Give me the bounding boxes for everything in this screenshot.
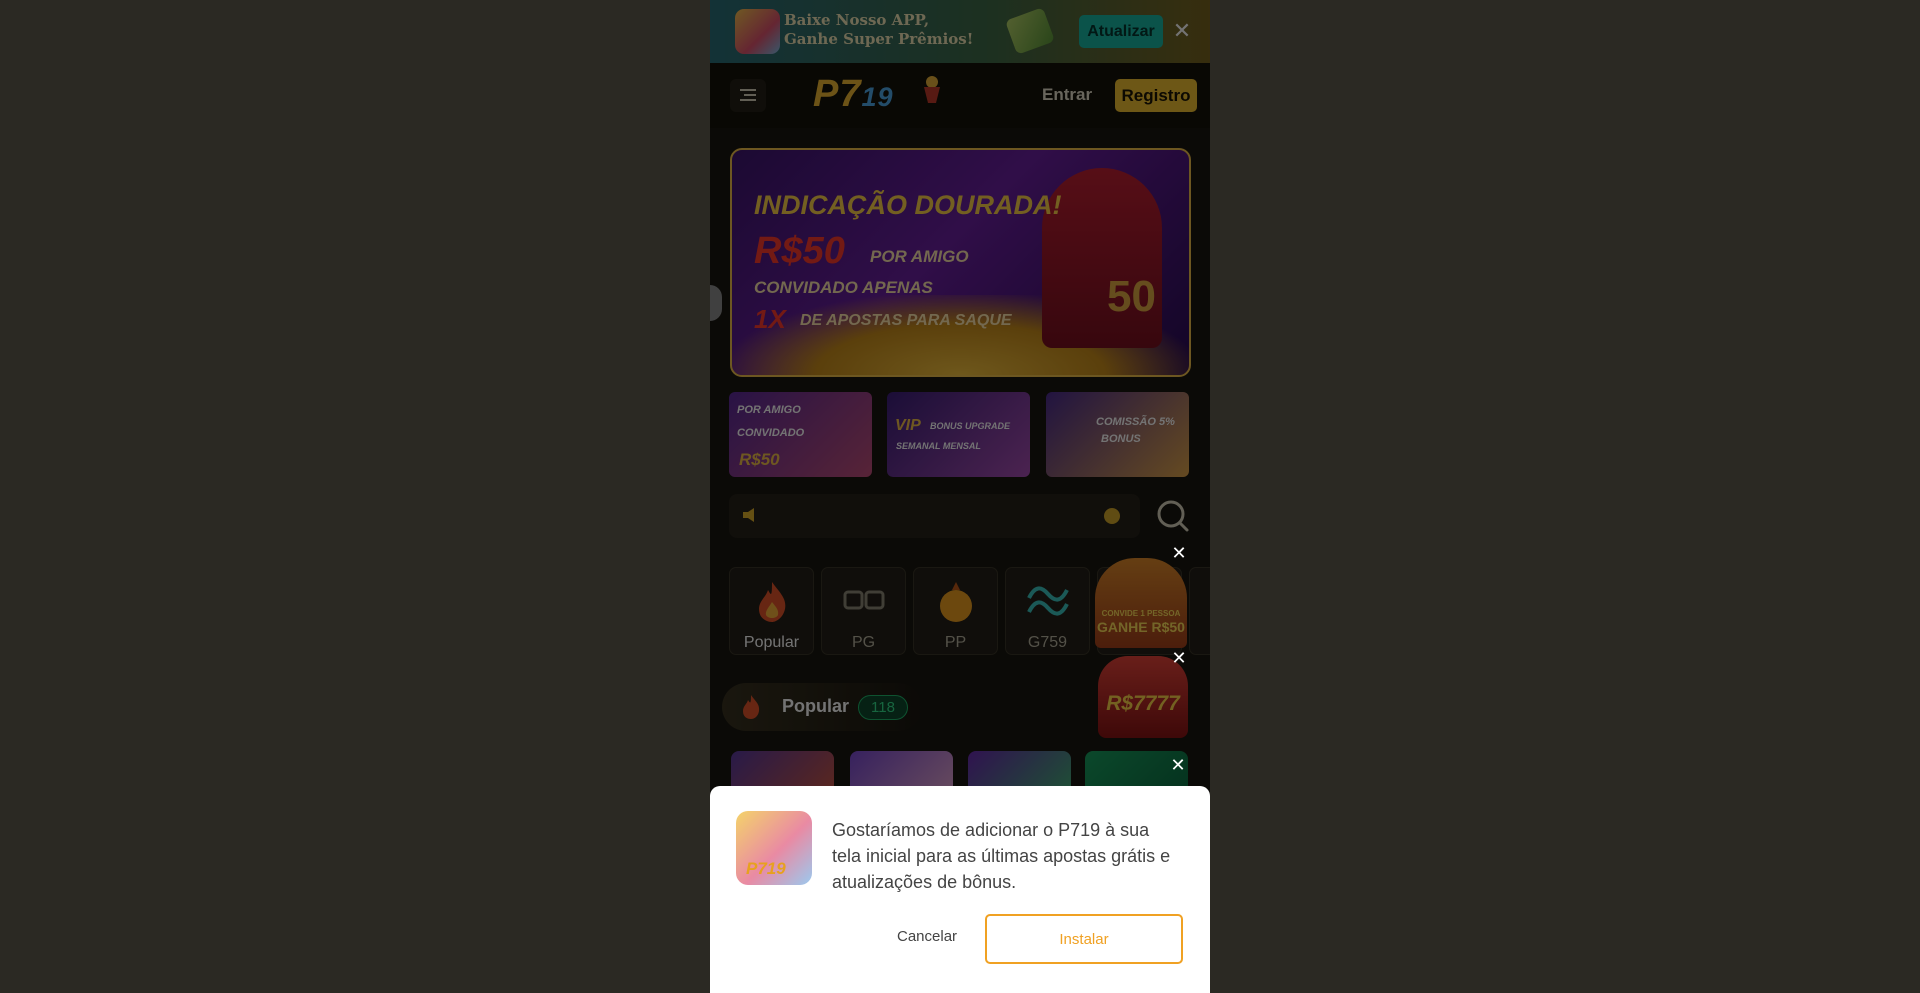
close-banner-icon[interactable]: ✕ [1170, 14, 1194, 48]
section-count-badge: 118 [858, 695, 908, 720]
close-float-promo-icon[interactable]: ✕ [1169, 543, 1189, 563]
app-icon [735, 9, 780, 54]
hero-line3: CONVIDADO APENAS [754, 278, 933, 297]
float-promo-bag[interactable]: R$7777 [1098, 656, 1188, 738]
promo-text: POR AMIGO [737, 404, 801, 416]
promo-text: CONVIDADO [737, 427, 805, 439]
announcement-bar[interactable] [729, 494, 1140, 538]
promo-text: BONUS UPGRADE [930, 421, 1011, 431]
hero-line2: POR AMIGO [870, 247, 969, 266]
site-logo[interactable]: P719 [813, 73, 894, 116]
fire-icon [743, 695, 760, 719]
carousel-prev-arrow[interactable] [710, 285, 722, 321]
search-icon[interactable] [1150, 494, 1196, 538]
install-dialog: P719 Gostaríamos de adicionar o P719 à s… [710, 786, 1210, 993]
tab-label: PG [851, 634, 876, 651]
hero-badge: 50 [1107, 272, 1156, 321]
promo-text: BONUS [1101, 433, 1141, 445]
mobile-viewport: Baixe Nosso APP, Ganhe Super Prêmios! At… [710, 0, 1210, 993]
app-icon: P719 [736, 811, 812, 885]
promo-card-referral[interactable]: POR AMIGO CONVIDADO R$50 [729, 392, 872, 477]
app-icon-logo: P719 [746, 859, 786, 878]
promo-text: COMISSÃO 5% [1096, 416, 1175, 428]
hero-amount: R$50 [754, 230, 845, 272]
tab-label: Popular [743, 634, 800, 651]
hero-title: INDICAÇÃO DOURADA! [754, 190, 1062, 220]
tab-more[interactable] [1189, 567, 1210, 655]
login-link[interactable]: Entrar [1042, 85, 1092, 105]
tab-label: G759 [1027, 634, 1068, 651]
promo-text: VIP [895, 417, 921, 434]
close-float-promo-icon[interactable]: ✕ [1168, 755, 1188, 775]
promo-text: R$50 [739, 450, 780, 469]
speaker-icon [743, 508, 754, 522]
tab-pp[interactable]: PP [913, 567, 998, 655]
mascot-icon [924, 76, 940, 103]
hero-banner[interactable]: 50 INDICAÇÃO DOURADA! R$50 POR AMIGO CON… [730, 148, 1191, 377]
section-header-popular: Popular 118 [722, 683, 922, 731]
float-promo-line2: GANHE R$50 [1097, 619, 1185, 635]
hero-line4: DE APOSTAS PARA SAQUE [800, 312, 1012, 329]
promo-card-vip[interactable]: VIP BONUS UPGRADE SEMANAL MENSAL [887, 392, 1030, 477]
app-banner-text: Baixe Nosso APP, Ganhe Super Prêmios! [784, 11, 974, 48]
install-message: Gostaríamos de adicionar o P719 à sua te… [832, 820, 1171, 892]
message-icon[interactable] [1104, 508, 1120, 524]
menu-icon [740, 89, 756, 91]
hero-multiplier: 1X [754, 304, 786, 334]
pp-logo-icon [939, 582, 972, 622]
promo-text: SEMANAL MENSAL [896, 441, 981, 451]
float-promo-chest[interactable]: CONVIDE 1 PESSOA GANHE R$50 [1095, 558, 1187, 648]
float-promo-amount: R$7777 [1106, 692, 1180, 715]
pg-logo-icon [843, 590, 884, 610]
tab-pg[interactable]: PG [821, 567, 906, 655]
tab-label: PP [944, 634, 967, 651]
menu-icon-line [744, 94, 756, 96]
logo-sub: 19 [861, 82, 894, 112]
close-float-promo-icon[interactable]: ✕ [1169, 648, 1189, 668]
section-title: Popular [782, 696, 850, 716]
float-promo-line1: CONVIDE 1 PESSOA [1101, 609, 1181, 618]
app-download-banner: Baixe Nosso APP, Ganhe Super Prêmios! At… [710, 0, 1210, 63]
install-button[interactable]: Instalar [985, 914, 1183, 964]
g759-logo-icon [1026, 586, 1069, 616]
promo-card-commission[interactable]: COMISSÃO 5% BONUS [1046, 392, 1189, 477]
site-header: P719 Entrar Registro [710, 63, 1210, 128]
update-button[interactable]: Atualizar [1079, 15, 1163, 48]
menu-button[interactable] [730, 79, 766, 112]
cancel-button[interactable]: Cancelar [897, 928, 957, 945]
tab-popular[interactable]: Popular [729, 567, 814, 655]
menu-icon-line [740, 99, 756, 101]
fire-icon [758, 582, 785, 622]
tab-g759[interactable]: G759 [1005, 567, 1090, 655]
register-button[interactable]: Registro [1115, 79, 1197, 112]
gift-icon [1005, 7, 1055, 55]
logo-main: P7 [813, 73, 862, 115]
